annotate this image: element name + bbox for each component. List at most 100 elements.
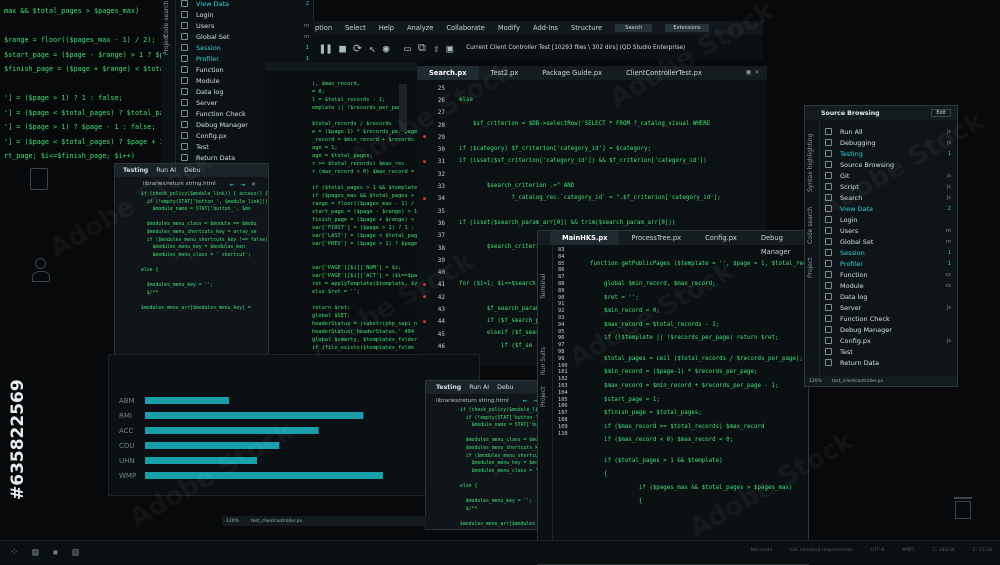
watermark-id: #635822569 [8, 379, 28, 500]
code-line: $/** [141, 290, 159, 296]
menu-item[interactable]: Function cs [825, 269, 951, 280]
menu-structure[interactable]: Structure [571, 24, 602, 32]
line-number: 35 [437, 207, 445, 215]
code-row: 106 [558, 403, 808, 410]
menu-item-main: Function [825, 271, 868, 279]
cursor-icon[interactable]: ↖ [369, 42, 376, 55]
folder-icon[interactable]: ▭ [404, 42, 411, 55]
export-icon[interactable]: ⇪ [433, 42, 440, 55]
code-row: if ($total_pages > 1 && $template) [558, 458, 808, 465]
save-icon[interactable]: ▪ [52, 547, 58, 558]
tab-testing[interactable]: Testing [123, 167, 148, 174]
code-line: if ($max_record >= $total_records) $max_… [590, 423, 765, 430]
tab-run-ai[interactable]: Run AI [469, 384, 489, 391]
menu-item[interactable]: Config.px js [825, 335, 951, 346]
tab-mainhks-px[interactable]: MainHKS.px [550, 231, 620, 245]
menu-item[interactable]: Users m [825, 225, 951, 236]
line-number: 91 [558, 301, 565, 308]
menu-modify[interactable]: Modify [498, 24, 520, 32]
menu-item-shortcut: m [945, 227, 951, 234]
tab-syntax-highlighting[interactable]: Syntax highlighting [807, 134, 814, 192]
tab-config-px[interactable]: Config.px [693, 231, 749, 245]
file-icon [181, 99, 188, 106]
code-line: $start_page = 1; [590, 396, 660, 403]
menu-item[interactable]: View Data 2 [181, 0, 309, 9]
menu-item[interactable]: Session 1 [825, 247, 951, 258]
edit-dropdown[interactable]: Edit [931, 109, 951, 117]
menu-item[interactable]: Function Check [825, 313, 951, 324]
next-arrow-icon[interactable]: → [241, 180, 246, 189]
menu-item-shortcut: js [946, 183, 951, 190]
close-icon[interactable]: ✕ [251, 180, 255, 188]
code-line: var['PAGE'][$i]['NUM'] = $i; [312, 265, 402, 271]
menu-item-shortcut: 1 [947, 260, 951, 267]
code-line: range = floor(($pages_max - 1) / 2); [312, 201, 417, 207]
tab-debu[interactable]: Debu [497, 384, 513, 391]
line-number: 37 [437, 232, 445, 240]
prev-arrow-icon[interactable]: ← [523, 396, 528, 405]
menu-item-main: Testing [825, 150, 863, 158]
menu-item[interactable]: Session 1 [181, 42, 309, 53]
settings-icon[interactable]: ◉ [383, 42, 390, 55]
file-icon [825, 271, 832, 278]
line-number: 44 [437, 318, 445, 326]
menu-item[interactable]: Data log [825, 291, 951, 302]
menu-item[interactable]: Module cs [825, 280, 951, 291]
menu-item-label: Module [840, 281, 864, 290]
menu-item[interactable]: Global Set m [181, 31, 309, 42]
menu-item[interactable]: Test [825, 346, 951, 357]
menu-analyze[interactable]: Analyze [407, 24, 433, 32]
line-number: 106 [558, 403, 568, 410]
menu-item-main: Debugging [825, 139, 876, 147]
menu-item[interactable]: Users m [181, 20, 309, 31]
menu-item[interactable]: Debug Manager [825, 324, 951, 335]
tab-package-guide-px[interactable]: Package Guide.px [530, 66, 614, 80]
pause-icon[interactable]: ❚❚ [319, 42, 332, 55]
menu-ption[interactable]: ption [315, 24, 332, 32]
tab-project[interactable]: Project [540, 386, 547, 407]
code-line: { [590, 471, 608, 478]
code-line: '] = ($page > 1) ? 1 : false; [4, 94, 123, 102]
window-icon[interactable]: ▣ [446, 42, 453, 55]
tab-terminal[interactable]: Terminal [540, 274, 547, 299]
tab-project[interactable]: Project [163, 34, 170, 55]
code-line: $sf_criterion = $DB->selectRow('SELECT *… [459, 121, 711, 128]
menu-item[interactable]: Profiler 1 [825, 258, 951, 269]
menu-item[interactable]: Login [181, 9, 309, 20]
menu-select[interactable]: Select [345, 24, 366, 32]
tab-project[interactable]: Project [807, 257, 814, 278]
prev-arrow-icon[interactable]: ← [230, 180, 235, 189]
menu-item[interactable]: Global Set m [825, 236, 951, 247]
line-number: 38 [437, 244, 445, 252]
mainhks-tabs: MainHKS.px ProcessTree.px Config.px Debug M… [538, 231, 808, 256]
menu-item-label: Profiler [196, 54, 219, 63]
file-icon [825, 150, 832, 157]
tab-processtree-px[interactable]: ProcessTree.px [619, 231, 693, 245]
trash-icon[interactable] [954, 497, 972, 519]
image-icon[interactable]: ▨ [32, 547, 38, 558]
line-number: 90 [558, 294, 565, 301]
file-icon [181, 132, 188, 139]
menu-item-label: Users [840, 226, 859, 235]
menu-help[interactable]: Help [379, 24, 394, 32]
line-number: 33 [437, 183, 445, 191]
copy-icon[interactable]: ⧉ [418, 41, 426, 55]
menu-item[interactable]: Server js [825, 302, 951, 313]
menu-add-ins[interactable]: Add-Ins [533, 24, 558, 32]
tree-icon[interactable]: ⁘ [10, 547, 18, 558]
code-row: 105 $start_page = 1; [558, 396, 808, 404]
tab-debug-manager[interactable]: Debug Manager [749, 231, 808, 256]
stop-icon[interactable]: ■ [339, 42, 346, 55]
tab-run-suits[interactable]: Run Suits [540, 347, 547, 375]
tab-code-search[interactable]: Code search [807, 207, 814, 244]
code-line: rt_page; $i<=$finish_page; $i++) [4, 152, 135, 160]
tab-code-search[interactable]: Code search [163, 1, 170, 38]
chart-icon[interactable]: ▥ [72, 547, 78, 558]
refresh-icon[interactable]: ⟳ [353, 42, 362, 55]
code-row [558, 444, 808, 451]
search-button[interactable]: Search [615, 24, 653, 32]
menu-collaborate[interactable]: Collaborate [446, 24, 485, 32]
menu-item-label: View Data [196, 0, 230, 8]
tab-testing[interactable]: Testing [436, 384, 461, 391]
menu-item[interactable]: Return Data [825, 357, 951, 368]
